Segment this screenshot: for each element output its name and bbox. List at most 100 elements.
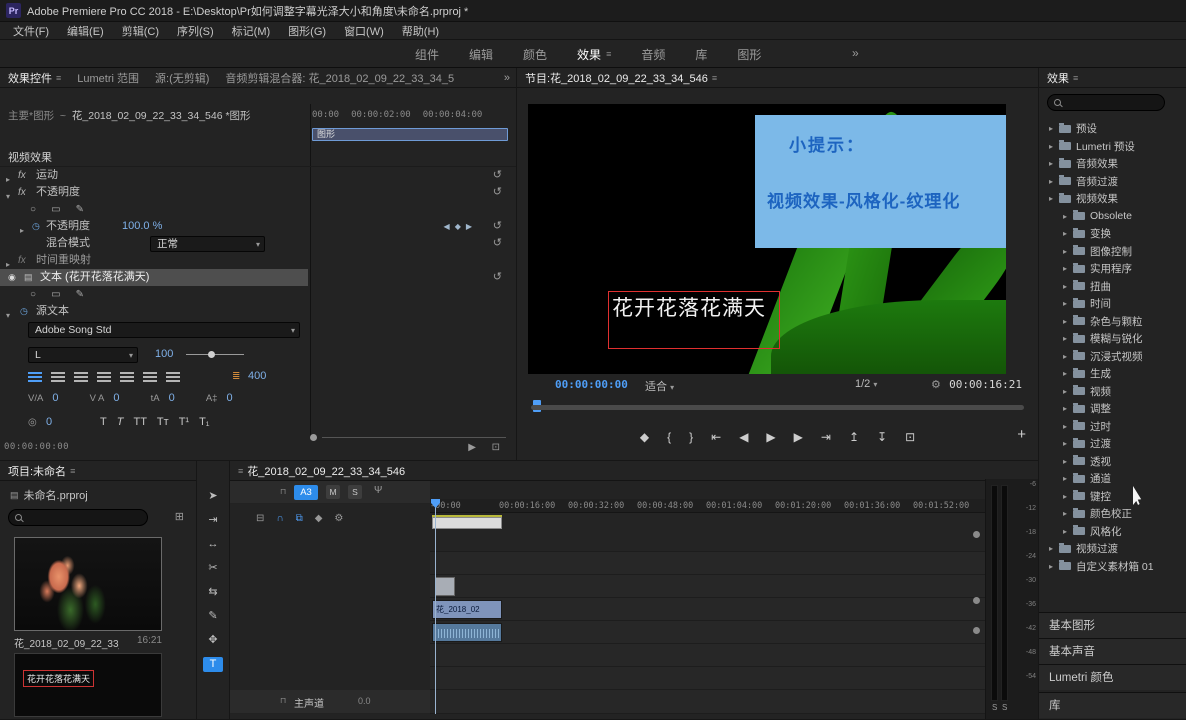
zoom-slider-knob[interactable] — [310, 434, 317, 441]
caption-text[interactable]: 花开花落花满天 — [612, 292, 766, 322]
mask-pen-icon[interactable]: ✎ — [76, 204, 84, 215]
track-select-forward-tool[interactable]: ⇥ — [203, 513, 223, 528]
effects-folder-row[interactable]: ▸ 图像控制 — [1039, 243, 1186, 261]
hand-tool[interactable]: ✥ — [203, 633, 223, 648]
justify-all-button[interactable] — [166, 372, 180, 382]
stopwatch-icon[interactable]: ◷ — [20, 303, 28, 320]
track-lane-v3[interactable] — [430, 552, 985, 575]
opacity-value[interactable]: 100.0 % — [122, 218, 162, 235]
fx-badge-icon[interactable]: fx — [18, 167, 26, 184]
solo-button[interactable]: S — [348, 485, 362, 499]
mask-rect-icon[interactable]: ▭ — [51, 204, 60, 215]
track-lane-a1[interactable] — [430, 621, 985, 644]
lock-icon[interactable]: ⊓ — [280, 696, 286, 705]
stroke-count-value[interactable]: 0 — [46, 414, 52, 431]
voiceover-mic-icon[interactable]: Ψ — [374, 485, 382, 496]
settings-wrench-icon[interactable]: ⚙ — [931, 378, 941, 391]
eye-icon[interactable]: ◉ — [8, 269, 16, 286]
align-right-button[interactable] — [74, 372, 88, 382]
chevron-icon[interactable]: ▸ — [1063, 474, 1073, 483]
chevron-icon[interactable]: ▸ — [1063, 509, 1073, 518]
workspace-tab[interactable]: 图形 ≡ — [737, 46, 761, 63]
stroke-icon[interactable]: ◎ — [28, 414, 37, 431]
frame-icon[interactable]: ⊡ — [492, 442, 500, 453]
tracking-control[interactable]: V A 0 — [90, 390, 120, 407]
chevron-icon[interactable]: ▸ — [1063, 229, 1073, 238]
chevron-icon[interactable]: ▸ — [1063, 299, 1073, 308]
chevron-icon[interactable]: ▸ — [1063, 247, 1073, 256]
button-editor-plus[interactable]: + — [1017, 426, 1026, 443]
project-search-input[interactable] — [8, 509, 148, 526]
add-marker-button[interactable]: ◆ — [640, 430, 649, 444]
chevron-icon[interactable]: ▸ — [1063, 492, 1073, 501]
workspace-tab[interactable]: 组件 ≡ — [415, 46, 439, 63]
panel-header-lumetri-color[interactable]: Lumetri 颜色 — [1039, 664, 1186, 690]
effects-folder-row[interactable]: ▸ 音频效果 — [1039, 155, 1186, 173]
type-tool[interactable]: T — [203, 657, 223, 672]
project-file-row[interactable]: ▤ 未命名.prproj — [10, 487, 88, 503]
mask-ellipse-icon[interactable]: ○ — [30, 289, 36, 300]
effects-folder-row[interactable]: ▸ 时间 — [1039, 295, 1186, 313]
font-size-slider-thumb[interactable] — [208, 351, 215, 358]
font-size-slider[interactable] — [186, 354, 244, 355]
slip-tool[interactable]: ⇆ — [203, 585, 223, 600]
chevron-down-icon[interactable]: ▾ — [6, 307, 10, 324]
stopwatch-icon[interactable]: ◷ — [32, 218, 40, 235]
effect-row-time-remap[interactable]: ▸ fx 时间重映射 — [0, 252, 516, 269]
effects-folder-row[interactable]: ▸ 沉浸式视频 — [1039, 348, 1186, 366]
layer-row-text[interactable]: ◉ ▤ 文本 (花开花落花满天) ↺ — [0, 269, 516, 286]
scrollbar-knob[interactable] — [973, 531, 980, 538]
reset-icon[interactable]: ↺ — [493, 167, 502, 184]
panel-menu-icon[interactable]: ≡ — [1073, 73, 1078, 83]
chevron-icon[interactable]: ▸ — [1063, 387, 1073, 396]
param-row-opacity[interactable]: ▸ ◷ 不透明度 100.0 % ◀ ◆ ▶ ↺ — [0, 218, 516, 235]
fit-select[interactable]: 适合 ▾ — [645, 378, 674, 394]
effects-tab[interactable]: 效果 ≡ — [1047, 70, 1078, 86]
effects-folder-row[interactable]: ▸ 过渡 — [1039, 435, 1186, 453]
stroke-width-value[interactable]: 400 — [248, 368, 266, 385]
blend-mode-select[interactable]: 正常 ▾ — [150, 236, 265, 252]
track-lane-v1[interactable] — [430, 598, 985, 621]
master-volume-value[interactable]: 0.0 — [358, 696, 371, 706]
lift-button[interactable]: ↥ — [849, 430, 859, 444]
sequence-thumbnail[interactable]: 花开花落花满天 — [14, 653, 162, 717]
graphics-clip[interactable] — [432, 517, 502, 529]
justify-last-left-button[interactable] — [97, 372, 111, 382]
chevron-icon[interactable]: ▸ — [1063, 369, 1073, 378]
effects-folder-row[interactable]: ▸ 过时 — [1039, 418, 1186, 436]
current-timecode[interactable]: 00:00:00:00 — [555, 378, 628, 391]
panel-menu-icon[interactable]: ≡ — [712, 73, 717, 83]
chevron-icon[interactable]: ▸ — [1063, 282, 1073, 291]
program-video-frame[interactable]: 小提示： 视频效果-风格化-纹理化 花开花落花满天 — [528, 104, 1006, 374]
extract-button[interactable]: ↧ — [877, 430, 887, 444]
chevron-icon[interactable]: ▸ — [1063, 264, 1073, 273]
timeline-settings-icon[interactable]: ⚙ — [334, 513, 343, 524]
pen-tool[interactable]: ✎ — [203, 609, 223, 624]
align-left-button[interactable] — [28, 372, 42, 382]
menu-item[interactable]: 窗口(W) — [335, 23, 393, 39]
panel-tab[interactable]: Lumetri 范围 ≡ — [77, 70, 139, 86]
track-lane-a3[interactable] — [430, 667, 985, 690]
panel-menu-icon[interactable]: ≡ — [56, 73, 61, 83]
effects-folder-row[interactable]: ▸ Lumetri 预设 — [1039, 138, 1186, 156]
timeline-ruler[interactable]: -00:0000:00:16:0000:00:32:0000:00:48:000… — [430, 499, 985, 513]
metric-value[interactable]: 0 — [169, 392, 175, 404]
preview-lane[interactable] — [430, 513, 985, 552]
baseline-shift-control[interactable]: A‡ 0 — [206, 390, 233, 407]
stroke-stack-icon[interactable]: ≣ — [232, 368, 240, 385]
effect-row-opacity-group[interactable]: ▾ fx 不透明度 ↺ — [0, 184, 516, 201]
panel-menu-icon[interactable]: ≡ — [238, 466, 243, 476]
effects-folder-row[interactable]: ▸ 透视 — [1039, 453, 1186, 471]
metric-value[interactable]: 0 — [227, 392, 233, 404]
metric-value[interactable]: 0 — [113, 392, 119, 404]
panel-menu-icon[interactable]: ≡ — [70, 466, 75, 476]
workspace-overflow-chevron[interactable]: » — [852, 46, 859, 60]
chevron-icon[interactable]: ▸ — [1063, 317, 1073, 326]
reset-icon[interactable]: ↺ — [493, 184, 502, 201]
chevron-icon[interactable]: ▸ — [1063, 334, 1073, 343]
v2-clip[interactable] — [435, 577, 455, 596]
chevron-icon[interactable]: ▸ — [1063, 212, 1073, 221]
caption-text-box[interactable]: 花开花落花满天 — [608, 291, 780, 349]
effects-folder-row[interactable]: ▸ 调整 — [1039, 400, 1186, 418]
effects-folder-row[interactable]: ▸ 杂色与颗粒 — [1039, 313, 1186, 331]
